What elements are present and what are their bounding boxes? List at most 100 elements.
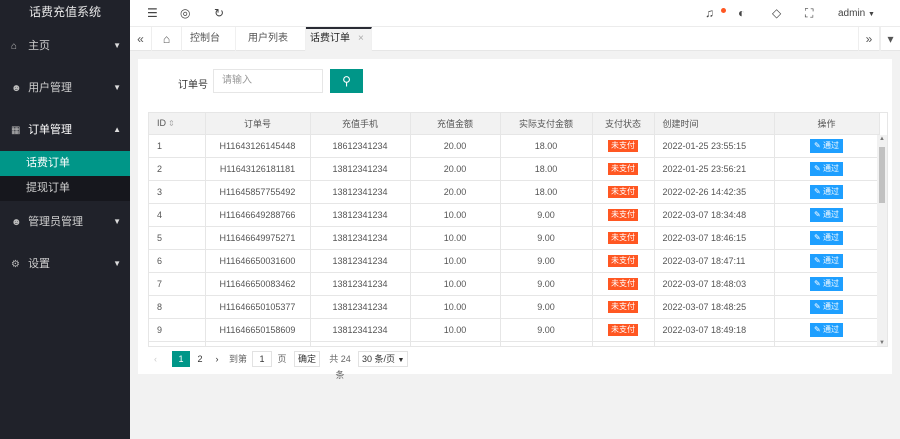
tab-label: 用户列表 bbox=[248, 33, 288, 44]
cell-paid: 18.00 bbox=[500, 157, 593, 181]
sidebar-item-users[interactable]: ☻ 用户管理 ▼ bbox=[0, 67, 130, 109]
fullscreen-icon[interactable]: ⛶ bbox=[805, 0, 813, 27]
edit-icon: ✎ bbox=[814, 209, 821, 219]
scroll-thumb[interactable] bbox=[879, 147, 885, 203]
close-icon[interactable]: × bbox=[358, 33, 364, 44]
next-page-icon[interactable]: › bbox=[212, 351, 222, 367]
approve-label: 通过 bbox=[822, 186, 839, 196]
website-icon[interactable]: ◎ bbox=[180, 0, 190, 27]
bell-icon[interactable]: ♫ bbox=[705, 0, 714, 27]
col-header-id[interactable]: ID ⇕ bbox=[149, 113, 206, 135]
approve-label: 通过 bbox=[822, 255, 839, 265]
sidebar-item-settings[interactable]: ⚙ 设置 ▼ bbox=[0, 243, 130, 285]
tabs-prev-icon[interactable]: « bbox=[130, 27, 152, 51]
tabs-next-icon[interactable]: » bbox=[858, 27, 880, 51]
cell-phone: 13812341234 bbox=[310, 295, 411, 319]
cell-paid: 9.00 bbox=[500, 295, 593, 319]
approve-button[interactable]: ✎ 通过 bbox=[810, 230, 843, 245]
search-button[interactable]: ⚲ bbox=[330, 69, 363, 93]
approve-button[interactable]: ✎ 通过 bbox=[810, 276, 843, 291]
cell-amount: 20.00 bbox=[410, 134, 501, 158]
cell-id: 9 bbox=[149, 318, 206, 342]
col-header-status: 支付状态 bbox=[592, 113, 655, 135]
cell-time: 2022-03-07 18:47:11 bbox=[654, 249, 775, 273]
approve-button[interactable]: ✎ 通过 bbox=[810, 184, 843, 199]
status-badge: 未支付 bbox=[608, 323, 638, 336]
cell-action: ✎ 通过 bbox=[774, 180, 880, 204]
approve-button[interactable]: ✎ 通过 bbox=[810, 138, 843, 153]
scroll-down-icon[interactable]: ▼ bbox=[877, 339, 887, 346]
chevron-down-icon: ▼ bbox=[397, 357, 405, 364]
cell-action: ✎ 通过 bbox=[774, 203, 880, 227]
cell-order: H11646649288766 bbox=[205, 203, 311, 227]
edit-icon: ✎ bbox=[814, 232, 821, 242]
approve-label: 通过 bbox=[822, 301, 839, 311]
user-menu[interactable]: admin ▼ bbox=[838, 0, 875, 27]
table-row: 1 H11643126145448 18612341234 20.00 18.00 未支付… bbox=[149, 134, 880, 158]
chevron-up-icon: ▲ bbox=[113, 125, 121, 134]
edit-icon: ✎ bbox=[814, 186, 821, 196]
tab-home-icon[interactable]: ⌂ bbox=[152, 27, 182, 51]
table-row: 3 H11645857755492 13812341234 20.00 18.00 未支付… bbox=[149, 180, 880, 204]
cell-action: ✎ 通过 bbox=[774, 226, 880, 250]
sidebar-item-home[interactable]: ⌂ 主页 ▼ bbox=[0, 25, 130, 67]
cell-id: 8 bbox=[149, 295, 206, 319]
tab-user-list[interactable]: 用户列表× bbox=[244, 27, 306, 68]
approve-button[interactable]: ✎ 通过 bbox=[810, 161, 843, 176]
col-header-time: 创建时间 bbox=[654, 113, 775, 135]
top-header: ☰ ◎ ↻ ♫ ◐ ◇ ⛶ admin ▼ bbox=[130, 0, 900, 27]
table-scrollbar[interactable]: ▲ ▼ bbox=[877, 135, 887, 346]
cell-action: ✎ 通过 bbox=[774, 318, 880, 342]
cell-id: 2 bbox=[149, 157, 206, 181]
tag-icon[interactable]: ◇ bbox=[772, 0, 781, 27]
prev-page-icon[interactable]: ‹ bbox=[154, 351, 157, 367]
tab-label: 话费订单 bbox=[310, 33, 350, 44]
cell-phone: 13812341234 bbox=[310, 157, 411, 181]
order-search-input[interactable]: 请输入 bbox=[213, 69, 323, 93]
refresh-icon[interactable]: ↻ bbox=[214, 0, 224, 27]
menu-toggle-icon[interactable]: ☰ bbox=[147, 0, 158, 27]
cell-status: 未支付 bbox=[592, 272, 655, 296]
status-badge: 未支付 bbox=[608, 185, 638, 198]
cell-time: 2022-03-07 18:46:15 bbox=[654, 226, 775, 250]
tab-phone-orders[interactable]: 话费订单 × bbox=[306, 27, 372, 51]
per-page-select[interactable]: 30 条/页 ▼ bbox=[358, 351, 409, 367]
approve-button[interactable]: ✎ 通过 bbox=[810, 253, 843, 268]
edit-icon: ✎ bbox=[814, 140, 821, 150]
cell-paid: 9.00 bbox=[500, 249, 593, 273]
sort-icon[interactable]: ⇕ bbox=[168, 119, 175, 128]
search-label: 订单号 bbox=[178, 80, 208, 91]
cell-status: 未支付 bbox=[592, 203, 655, 227]
sidebar-item-admins[interactable]: ☻ 管理员管理 ▼ bbox=[0, 201, 130, 243]
chevron-down-icon: ▼ bbox=[113, 83, 121, 92]
cell-id: 3 bbox=[149, 180, 206, 204]
sidebar-subitem-phone-orders[interactable]: 话费订单 bbox=[0, 151, 130, 176]
page-1[interactable]: 1 bbox=[172, 351, 190, 367]
tab-console[interactable]: 控制台× bbox=[186, 27, 236, 68]
search-icon: ⚲ bbox=[342, 74, 351, 88]
approve-button[interactable]: ✎ 通过 bbox=[810, 207, 843, 222]
sidebar-subitem-withdraw-orders[interactable]: 提现订单 bbox=[0, 176, 130, 201]
cell-time: 2022-03-07 18:49:18 bbox=[654, 318, 775, 342]
sidebar-item-orders[interactable]: ▦ 订单管理 ▲ bbox=[0, 109, 130, 151]
cell-action: ✎ 通过 bbox=[774, 272, 880, 296]
approve-label: 通过 bbox=[822, 209, 839, 219]
status-badge: 未支付 bbox=[608, 254, 638, 267]
cell-time: 2022-01-25 23:55:15 bbox=[654, 134, 775, 158]
goto-page-input[interactable]: 1 bbox=[252, 351, 272, 367]
theme-icon[interactable]: ◐ bbox=[738, 0, 745, 27]
orders-submenu: 话费订单 提现订单 bbox=[0, 151, 130, 201]
approve-button[interactable]: ✎ 通过 bbox=[810, 299, 843, 314]
approve-button[interactable]: ✎ 通过 bbox=[810, 322, 843, 337]
content-card: 订单号 请输入 ⚲ ID ⇕ 订单号 充值手机 充值金额 实际支付金额 支付状态 … bbox=[138, 59, 892, 380]
col-header-phone: 充值手机 bbox=[310, 113, 411, 135]
orders-table: ID ⇕ 订单号 充值手机 充值金额 实际支付金额 支付状态 创建时间 操作 1H… bbox=[148, 112, 888, 347]
goto-confirm-button[interactable]: 确定 bbox=[294, 351, 321, 367]
scroll-up-icon[interactable]: ▲ bbox=[877, 135, 887, 143]
cell-id: 5 bbox=[149, 226, 206, 250]
page-2[interactable]: 2 bbox=[194, 351, 206, 367]
edit-icon: ✎ bbox=[814, 324, 821, 334]
sidebar: 话费充值系统 ⌂ 主页 ▼ ☻ 用户管理 ▼ ▦ 订单管理 ▲ 话费订单 提现订… bbox=[0, 0, 130, 439]
tabs-menu-icon[interactable]: ▾ bbox=[880, 27, 900, 51]
status-badge: 未支付 bbox=[608, 277, 638, 290]
